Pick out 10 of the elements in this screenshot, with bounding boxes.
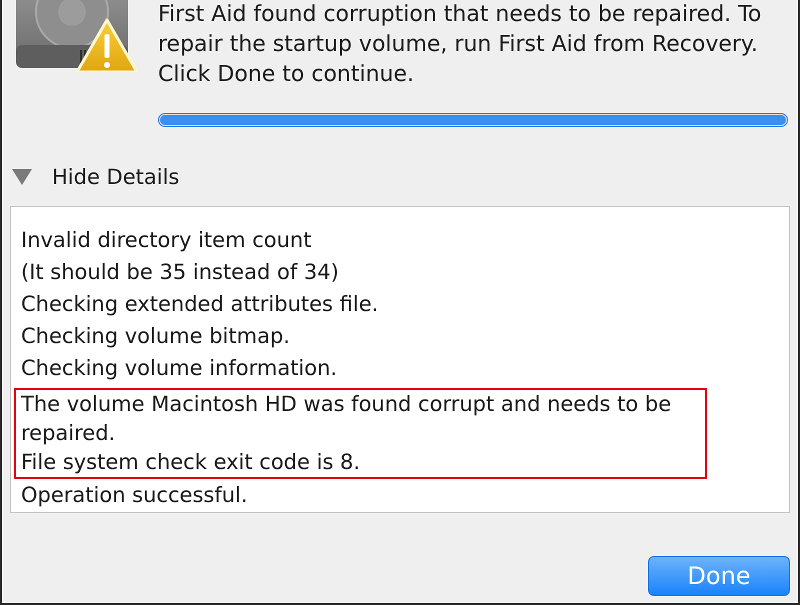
log-line: Checking volume bitmap. [20, 323, 291, 350]
log-line: File system check exit code is 8. [21, 449, 362, 476]
log-line: Invalid directory item count [20, 227, 312, 254]
alert-message: First Aid found corruption that needs to be repaired. To repair the startup volume, run First Aid from Recovery. Click Done to continue. [158, 1, 762, 89]
log-line: (It should be 35 instead of 34) [20, 259, 340, 286]
log-line: Checking extended attributes file. [20, 291, 380, 318]
hide-details-toggle[interactable]: Hide Details [2, 162, 180, 192]
log-line: The volume Macintosh HD was found corrupt and needs to be repaired. [21, 391, 672, 447]
log-line: Checking volume information. [20, 355, 338, 382]
log-line: Operation successful. [20, 482, 249, 509]
